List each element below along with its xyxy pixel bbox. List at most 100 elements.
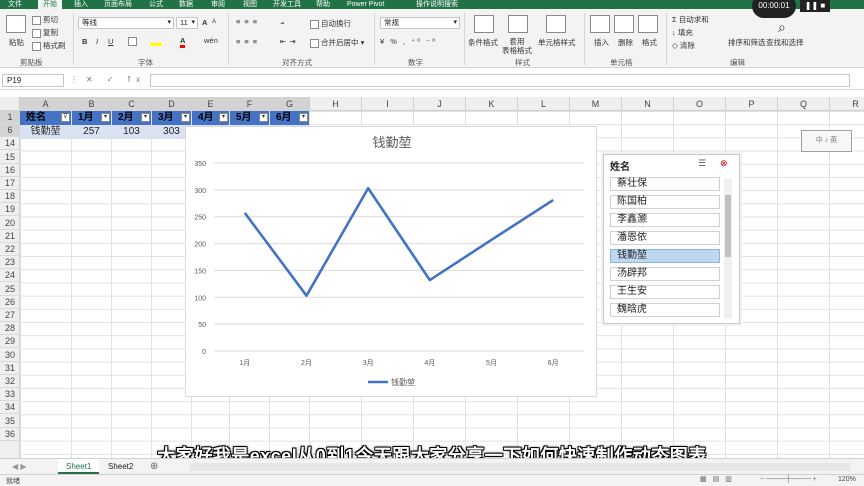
tab-home[interactable]: 开始 xyxy=(38,0,62,9)
insert-cells-button[interactable]: 插入 xyxy=(594,37,609,48)
slicer-item[interactable]: 魏晗虎 xyxy=(610,303,720,317)
copy-button[interactable]: 复制 xyxy=(32,27,58,38)
row-header-36[interactable]: 36 xyxy=(0,428,20,441)
filter-dropdown-icon[interactable]: ▾ xyxy=(181,113,190,122)
column-header-d[interactable]: D xyxy=(152,97,192,111)
tab-data[interactable]: 数据 xyxy=(179,0,193,9)
column-header-g[interactable]: G xyxy=(270,97,310,111)
filter-dropdown-icon[interactable]: ▾ xyxy=(219,113,228,122)
clear-filter-icon[interactable]: ⊗ xyxy=(720,158,728,169)
slicer-item[interactable]: 李鑫灏 xyxy=(610,213,720,227)
font-size-select[interactable]: 11 xyxy=(176,17,198,29)
table-header-jun[interactable]: 6月 ▾ xyxy=(270,111,310,125)
add-sheet-icon[interactable]: ⊕ xyxy=(142,459,166,474)
cut-button[interactable]: 剪切 xyxy=(32,14,58,25)
font-name-select[interactable]: 等线 xyxy=(78,17,174,29)
cell-styles-icon[interactable] xyxy=(546,15,566,33)
row-header-24[interactable]: 24 xyxy=(0,269,20,283)
row-header-25[interactable]: 25 xyxy=(0,283,20,296)
column-header-h[interactable]: H xyxy=(310,97,362,111)
filter-dropdown-icon[interactable]: ▾ xyxy=(141,113,150,122)
tab-view[interactable]: 视图 xyxy=(243,0,257,9)
bold-button[interactable]: B xyxy=(82,37,87,46)
column-header-e[interactable]: E xyxy=(192,97,230,111)
row-header-31[interactable]: 31 xyxy=(0,362,20,375)
filter-dropdown-icon[interactable]: ▾ xyxy=(299,113,308,122)
conditional-format-icon[interactable] xyxy=(474,15,494,33)
phonetic-button[interactable]: wén xyxy=(204,36,218,45)
table-header-feb[interactable]: 2月 ▾ xyxy=(112,111,152,125)
column-header-p[interactable]: P xyxy=(726,97,778,111)
border-button[interactable] xyxy=(128,36,139,46)
insert-cells-icon[interactable] xyxy=(590,15,610,33)
find-select-button[interactable]: 查找和选择 xyxy=(766,37,804,48)
column-header-q[interactable]: Q xyxy=(778,97,830,111)
view-mode-icons[interactable]: ▦▤▥ xyxy=(700,475,738,483)
table-header-apr[interactable]: 4月 ▾ xyxy=(192,111,230,125)
delete-cells-button[interactable]: 删除 xyxy=(618,37,633,48)
row-header-6[interactable]: 6 xyxy=(0,124,20,138)
slicer-item[interactable]: 钱勤堃 xyxy=(610,249,720,263)
fill-button[interactable]: ↓ 填充 xyxy=(672,27,693,38)
column-header-c[interactable]: C xyxy=(112,97,152,111)
horizontal-scrollbar[interactable] xyxy=(190,463,850,471)
sheet-tab-sheet2[interactable]: Sheet2 xyxy=(100,459,141,474)
name-slicer[interactable]: 姓名 ☰ ⊗ 蔡壮保 陈国柏 李鑫灏 潘恩依 钱勤堃 汤辟邦 王生安 魏晗虎 xyxy=(603,154,740,324)
sheet-nav-arrows[interactable]: ◀ ▶ xyxy=(4,459,35,474)
row-header-35[interactable]: 35 xyxy=(0,415,20,428)
tab-help[interactable]: 帮助 xyxy=(316,0,330,9)
clear-button[interactable]: ◇ 清除 xyxy=(672,40,695,51)
horizontal-align-buttons[interactable]: ≡≡≡ xyxy=(236,37,261,46)
format-painter-button[interactable]: 格式刷 xyxy=(32,40,66,51)
tab-file[interactable]: 文件 xyxy=(8,0,22,9)
filter-dropdown-icon[interactable]: ▾ xyxy=(101,113,110,122)
format-as-table-icon[interactable] xyxy=(508,15,528,33)
table-cell-jan[interactable]: 257 xyxy=(72,125,112,139)
number-format-buttons[interactable]: ¥ % , ⁺⁰ ⁻⁰ xyxy=(380,37,437,46)
tab-insert[interactable]: 插入 xyxy=(74,0,88,9)
slicer-scroll-thumb[interactable] xyxy=(725,195,731,257)
row-header-26[interactable]: 26 xyxy=(0,296,20,309)
column-header-l[interactable]: L xyxy=(518,97,570,111)
autosum-button[interactable]: Σ 自动求和 xyxy=(672,14,709,25)
row-header-22[interactable]: 22 xyxy=(0,243,20,256)
column-header-i[interactable]: I xyxy=(362,97,414,111)
filter-dropdown-icon[interactable]: ▾ xyxy=(259,113,268,122)
slicer-item[interactable]: 王生安 xyxy=(610,285,720,299)
column-header-k[interactable]: K xyxy=(466,97,518,111)
column-header-b[interactable]: B xyxy=(72,97,112,111)
indent-buttons[interactable]: ⇤⇥ xyxy=(280,37,299,46)
slicer-item[interactable]: 潘恩依 xyxy=(610,231,720,245)
table-header-mar[interactable]: 3月 ▾ xyxy=(152,111,192,125)
font-color-button[interactable]: A xyxy=(180,36,186,48)
column-header-o[interactable]: O xyxy=(674,97,726,111)
row-header-14[interactable]: 14 xyxy=(0,137,20,151)
row-header-32[interactable]: 32 xyxy=(0,375,20,388)
row-header-21[interactable]: 21 xyxy=(0,230,20,243)
fill-color-button[interactable] xyxy=(150,35,162,46)
ime-toolbar[interactable]: 中 ♪ 英 xyxy=(801,130,852,152)
row-header-17[interactable]: 17 xyxy=(0,177,20,190)
table-header-jan[interactable]: 1月 ▾ xyxy=(72,111,112,125)
recording-controls[interactable]: ❚❚ ■ xyxy=(800,0,830,12)
table-cell-feb[interactable]: 103 xyxy=(112,125,152,139)
zoom-slider[interactable]: − ────┼──── + xyxy=(760,476,817,483)
cell-styles-button[interactable]: 单元格样式 xyxy=(538,37,576,48)
font-grow-button[interactable]: A xyxy=(202,18,207,27)
filter-applied-icon[interactable]: ⊽ xyxy=(61,113,70,122)
slicer-item[interactable]: 陈国柏 xyxy=(610,195,720,209)
row-header-18[interactable]: 18 xyxy=(0,190,20,204)
paste-button[interactable]: 粘贴 xyxy=(9,37,24,48)
multi-select-icon[interactable]: ☰ xyxy=(698,158,706,169)
row-header-30[interactable]: 30 xyxy=(0,349,20,362)
row-header-28[interactable]: 28 xyxy=(0,322,20,336)
row-header-33[interactable]: 33 xyxy=(0,388,20,402)
row-header-23[interactable]: 23 xyxy=(0,256,20,270)
formula-buttons[interactable]: ✕ ✓ fx xyxy=(86,75,146,84)
row-header-29[interactable]: 29 xyxy=(0,335,20,349)
wrap-text-button[interactable]: 自动换行 xyxy=(310,18,351,29)
tab-developer[interactable]: 开发工具 xyxy=(273,0,301,9)
format-as-table-button[interactable]: 套用 表格格式 xyxy=(502,37,532,55)
row-header-20[interactable]: 20 xyxy=(0,217,20,230)
orientation-button[interactable]: ⦟ xyxy=(280,17,285,27)
